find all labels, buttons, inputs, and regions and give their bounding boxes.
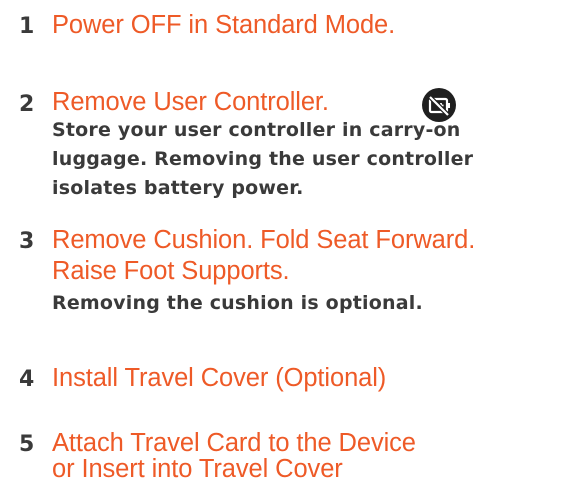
step-description-line: luggage. Removing the user controller: [52, 148, 474, 170]
step-number: 1: [19, 14, 35, 39]
step-title: Remove Cushion. Fold Seat Forward.: [52, 226, 476, 254]
step-number: 5: [19, 432, 35, 457]
battery-disconnected-icon: [422, 88, 456, 122]
step-description-line: isolates battery power.: [52, 177, 304, 199]
step-number: 3: [19, 229, 35, 254]
step-description-line: Store your user controller in carry-on: [52, 119, 461, 141]
step-description-line: Removing the cushion is optional.: [52, 292, 423, 314]
step-number: 2: [19, 92, 35, 117]
step-title: Install Travel Cover (Optional): [52, 364, 387, 392]
step-title: Power OFF in Standard Mode.: [52, 11, 396, 39]
step-title: Raise Foot Supports.: [52, 257, 290, 285]
step-number: 4: [19, 367, 35, 392]
step-title: or Insert into Travel Cover: [52, 455, 343, 483]
step-title: Remove User Controller.: [52, 88, 329, 116]
